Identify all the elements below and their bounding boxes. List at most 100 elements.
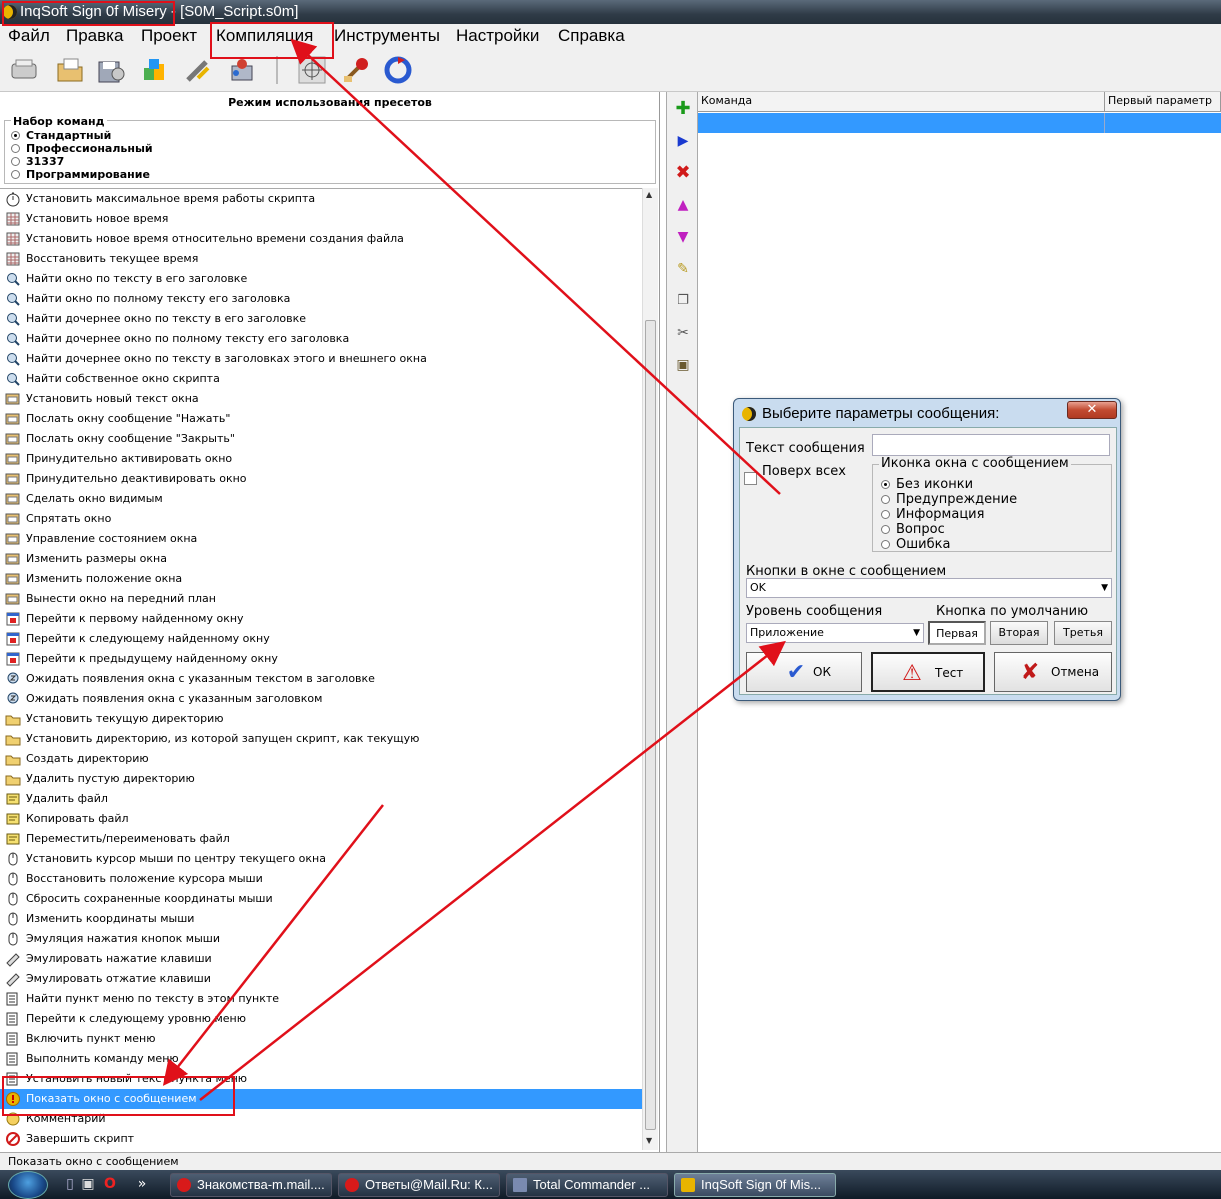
command-list-item[interactable]: Установить новое время <box>0 209 642 229</box>
command-list-item[interactable]: Установить новое время относительно врем… <box>0 229 642 249</box>
default-first-button[interactable]: Первая <box>928 621 986 645</box>
radio-error[interactable]: Ошибка <box>881 537 950 552</box>
command-list-item[interactable]: Включить пункт меню <box>0 1029 642 1049</box>
column-command[interactable]: Команда <box>698 92 1105 112</box>
dialog-close-button[interactable]: ✕ <box>1067 401 1117 419</box>
cut-icon[interactable]: ✂ <box>674 324 692 342</box>
command-list-item[interactable]: Ожидать появления окна с указанным текст… <box>0 669 642 689</box>
radio-standard[interactable]: Стандартный <box>11 129 111 142</box>
test-button[interactable]: ⚠ Тест <box>871 652 985 692</box>
command-list-item[interactable]: Найти окно по полному тексту его заголов… <box>0 289 642 309</box>
command-list-item[interactable]: Найти дочернее окно по полному тексту ег… <box>0 329 642 349</box>
folder-icon[interactable] <box>54 54 86 86</box>
command-list-item[interactable]: Переместить/переименовать файл <box>0 829 642 849</box>
command-list-item[interactable]: Послать окну сообщение "Нажать" <box>0 409 642 429</box>
ok-button[interactable]: ✔ ОК <box>746 652 862 692</box>
command-list-item[interactable]: Удалить пустую директорию <box>0 769 642 789</box>
command-list-item[interactable]: Перейти к предыдущему найденному окну <box>0 649 642 669</box>
radio-professional[interactable]: Профессиональный <box>11 142 153 155</box>
column-first-param[interactable]: Первый параметр <box>1105 92 1221 112</box>
move-down-icon[interactable]: ▼ <box>674 228 692 246</box>
cancel-button[interactable]: ✘ Отмена <box>994 652 1112 692</box>
command-list-scrollbar[interactable]: ▲ ▼ <box>642 188 658 1150</box>
radio-warning[interactable]: Предупреждение <box>881 492 1017 507</box>
command-list-item[interactable]: Найти дочернее окно по тексту в его заго… <box>0 309 642 329</box>
compile-icon[interactable] <box>340 54 372 86</box>
command-list-item[interactable]: Изменить координаты мыши <box>0 909 642 929</box>
menu-compile[interactable]: Компиляция <box>216 24 313 48</box>
command-list-item[interactable]: Принудительно активировать окно <box>0 449 642 469</box>
command-list-item[interactable]: Вынести окно на передний план <box>0 589 642 609</box>
command-list-item[interactable]: Показать окно с сообщением <box>0 1089 642 1109</box>
command-list-item[interactable]: Завершить скрипт <box>0 1129 642 1149</box>
level-select[interactable]: Приложение ▼ <box>746 623 924 643</box>
command-list-item[interactable]: Установить максимальное время работы скр… <box>0 189 642 209</box>
command-list-item[interactable]: Выполнить команду меню <box>0 1049 642 1069</box>
buttons-select[interactable]: OK ▼ <box>746 578 1112 598</box>
command-list-item[interactable]: Комментарий <box>0 1109 642 1129</box>
command-list-item[interactable]: Удалить файл <box>0 789 642 809</box>
command-list-item[interactable]: Создать директорию <box>0 749 642 769</box>
task-total-commander[interactable]: Total Commander ... <box>506 1173 668 1197</box>
command-list-item[interactable]: Установить новый текст окна <box>0 389 642 409</box>
blocks-icon[interactable] <box>140 54 172 86</box>
command-list-item[interactable]: Перейти к первому найденному окну <box>0 609 642 629</box>
radio-information[interactable]: Информация <box>881 507 984 522</box>
tools-icon[interactable] <box>182 54 214 86</box>
command-list-item[interactable]: Эмулировать нажатие клавиши <box>0 949 642 969</box>
quicklaunch-opera-icon[interactable]: O <box>102 1176 118 1192</box>
task-mail-answers[interactable]: Ответы@Mail.Ru: К... <box>338 1173 500 1197</box>
command-list-item[interactable]: Ожидать появления окна с указанным загол… <box>0 689 642 709</box>
start-button[interactable] <box>8 1171 48 1199</box>
menu-project[interactable]: Проект <box>141 24 197 48</box>
radio-programming[interactable]: Программирование <box>11 168 150 181</box>
on-top-checkbox[interactable] <box>744 472 757 485</box>
command-list-item[interactable]: Установить курсор мыши по центру текущег… <box>0 849 642 869</box>
scroll-thumb[interactable] <box>645 320 656 1130</box>
quicklaunch-more-icon[interactable]: » <box>134 1176 150 1192</box>
default-third-button[interactable]: Третья <box>1054 621 1112 645</box>
command-list-item[interactable]: Управление состоянием окна <box>0 529 642 549</box>
menu-tools[interactable]: Инструменты <box>334 24 440 48</box>
command-list-item[interactable]: Перейти к следующему уровню меню <box>0 1009 642 1029</box>
command-list-item[interactable]: Копировать файл <box>0 809 642 829</box>
refresh-icon[interactable] <box>382 54 414 86</box>
delete-icon[interactable]: ✖ <box>674 164 692 182</box>
command-list-item[interactable]: Найти окно по тексту в его заголовке <box>0 269 642 289</box>
command-list-item[interactable]: Послать окну сообщение "Закрыть" <box>0 429 642 449</box>
message-text-input[interactable] <box>872 434 1110 456</box>
run-icon[interactable]: ▶ <box>674 132 692 150</box>
scroll-up-icon[interactable]: ▲ <box>646 190 652 199</box>
command-list-item[interactable]: Перейти к следующему найденному окну <box>0 629 642 649</box>
target-icon[interactable] <box>296 54 328 86</box>
command-list-item[interactable]: Спрятать окно <box>0 509 642 529</box>
command-list-item[interactable]: Установить новый текст пункта меню <box>0 1069 642 1089</box>
scroll-down-icon[interactable]: ▼ <box>646 1136 652 1145</box>
menu-edit[interactable]: Правка <box>66 24 123 48</box>
radio-31337[interactable]: 31337 <box>11 155 64 168</box>
command-list-item[interactable]: Найти пункт меню по тексту в этом пункте <box>0 989 642 1009</box>
paste-icon[interactable]: ▣ <box>674 356 692 374</box>
command-list-item[interactable]: Восстановить текущее время <box>0 249 642 269</box>
open-icon[interactable] <box>8 54 40 86</box>
command-list-item[interactable]: Принудительно деактивировать окно <box>0 469 642 489</box>
show-desktop-icon[interactable]: ▯ <box>62 1176 78 1192</box>
default-second-button[interactable]: Вторая <box>990 621 1048 645</box>
menu-settings[interactable]: Настройки <box>456 24 539 48</box>
task-inqsoft[interactable]: InqSoft Sign 0f Mis... <box>674 1173 836 1197</box>
task-mail-dating[interactable]: Знакомства-m.mail.... <box>170 1173 332 1197</box>
move-up-icon[interactable]: ▲ <box>674 196 692 214</box>
command-list-item[interactable]: Сделать окно видимым <box>0 489 642 509</box>
command-list-item[interactable]: Изменить положение окна <box>0 569 642 589</box>
edit-icon[interactable]: ✎ <box>674 260 692 278</box>
menu-file[interactable]: Файл <box>8 24 50 48</box>
command-list-item[interactable]: Установить директорию, из которой запуще… <box>0 729 642 749</box>
add-icon[interactable]: ✚ <box>674 100 692 118</box>
command-list-item[interactable]: Изменить размеры окна <box>0 549 642 569</box>
command-list-item[interactable]: Найти собственное окно скрипта <box>0 369 642 389</box>
save-icon[interactable] <box>94 54 126 86</box>
menu-help[interactable]: Справка <box>558 24 625 48</box>
command-list-item[interactable]: Эмулировать отжатие клавиши <box>0 969 642 989</box>
command-list-item[interactable]: Сбросить сохраненные координаты мыши <box>0 889 642 909</box>
copy-icon[interactable]: ❐ <box>674 292 692 310</box>
